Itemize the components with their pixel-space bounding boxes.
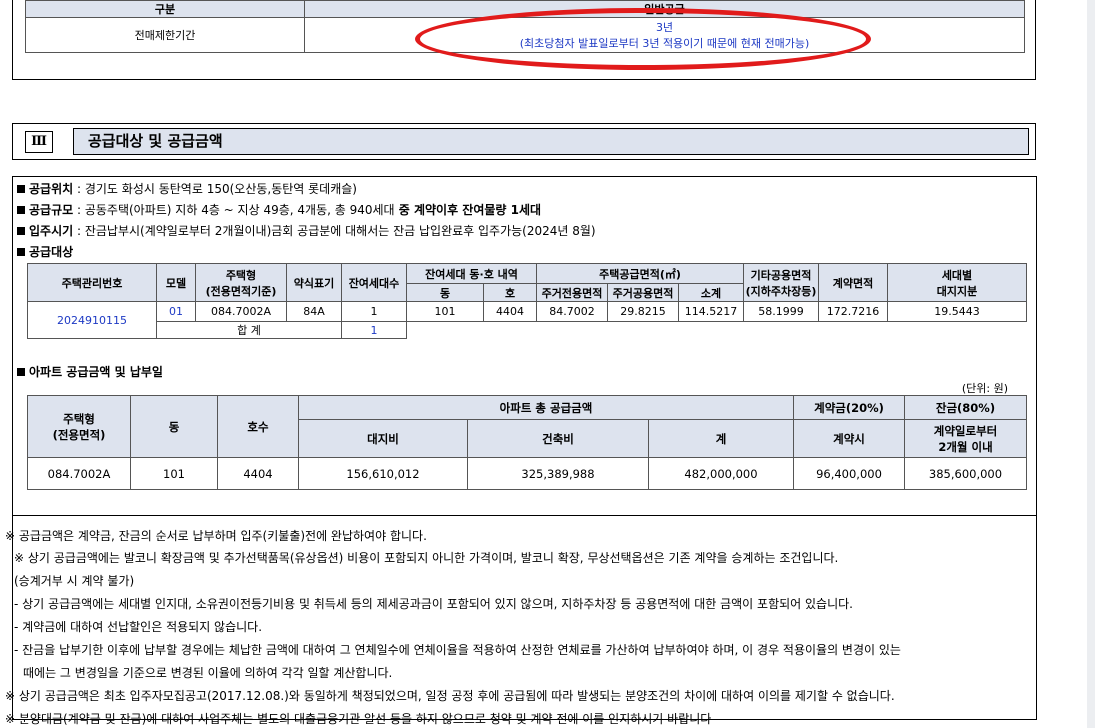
td-building-cost: 325,389,988 bbox=[467, 457, 649, 490]
section-number: Ⅲ bbox=[25, 131, 53, 153]
td-abbr: 84A bbox=[286, 301, 342, 322]
red-highlight-ellipse bbox=[415, 8, 871, 70]
note-3: (승계거부 시 계약 불가) bbox=[14, 574, 135, 588]
th-total-supply: 아파트 총 공급금액 bbox=[298, 395, 794, 420]
td-price-dong: 101 bbox=[130, 457, 218, 490]
unit-label: (단위: 원) bbox=[961, 382, 1008, 395]
td-contract-area: 172.7216 bbox=[818, 301, 888, 322]
td-price-ho: 4404 bbox=[217, 457, 299, 490]
section-title: 공급대상 및 공급금액 bbox=[73, 128, 1029, 155]
td-other-area: 58.1999 bbox=[743, 301, 819, 322]
note-8: ※ 상기 공급금액은 최초 입주자모집공고(2017.12.08.)와 동일하게… bbox=[5, 689, 895, 703]
td-land-cost: 156,610,012 bbox=[298, 457, 468, 490]
note-1: ※ 공급금액은 계약금, 잔금의 순서로 납부하며 입주(키불출)전에 완납하여… bbox=[5, 529, 427, 543]
td-total-empty bbox=[406, 321, 1027, 339]
resale-period-label: 전매제한기간 bbox=[25, 17, 305, 53]
th-price-ho: 호수 bbox=[217, 395, 299, 458]
td-price-type: 084.7002A bbox=[27, 457, 131, 490]
th-price-dong: 동 bbox=[130, 395, 218, 458]
section-header: Ⅲ 공급대상 및 공급금액 bbox=[12, 123, 1036, 160]
info-scale: 공급규모 : 공동주택(아파트) 지하 4층 ~ 지상 49층, 4개동, 총 … bbox=[17, 201, 541, 218]
square-bullet-icon bbox=[17, 185, 25, 193]
note-6: - 잔금을 납부기한 이후에 납부할 경우에는 체납한 금액에 대하여 그 연체… bbox=[14, 643, 901, 657]
td-subtotal: 114.5217 bbox=[678, 301, 744, 322]
td-remain: 1 bbox=[341, 301, 407, 322]
square-bullet-icon bbox=[17, 248, 25, 256]
th-price-type: 주택형 (전용면적) bbox=[27, 395, 131, 458]
location-label: 공급위치 bbox=[29, 182, 74, 196]
square-bullet-icon bbox=[17, 368, 25, 376]
th-common: 주거공용면적 bbox=[607, 283, 679, 302]
price-table: 주택형 (전용면적) 동 호수 아파트 총 공급금액 계약금(20%) 잔금(80… bbox=[27, 395, 1027, 490]
td-common: 29.8215 bbox=[607, 301, 679, 322]
target-label: 공급대상 bbox=[29, 245, 74, 259]
note-7: 때에는 그 변경일을 기준으로 변경된 이율에 의하여 각각 일할 계산합니다. bbox=[23, 666, 393, 680]
scale-text: : 공동주택(아파트) 지하 4층 ~ 지상 49층, 4개동, 총 940세대 bbox=[73, 203, 395, 217]
td-model: 01 bbox=[156, 301, 196, 322]
notes-section: ※ 공급금액은 계약금, 잔금의 순서로 납부하며 입주(키불출)전에 완납하여… bbox=[5, 515, 1036, 726]
square-bullet-icon bbox=[17, 227, 25, 235]
th-supply-area: 주택공급면적(㎡) bbox=[536, 263, 744, 284]
supply-target-table: 주택관리번호 모델 주택형 (전용면적기준) 약식표기 잔여세대수 잔여세대 동·… bbox=[27, 263, 1027, 339]
scrollbar[interactable] bbox=[1087, 0, 1095, 728]
note-9: ※ 분양대금(계약금 및 잔금)에 대하여 사업주체는 별도의 대출금융기관 알… bbox=[5, 712, 712, 726]
th-remain-detail: 잔여세대 동·호 내역 bbox=[406, 263, 537, 284]
info-location: 공급위치 : 경기도 화성시 동탄역로 150(오산동,동탄역 롯데캐슬) bbox=[17, 180, 357, 197]
th-building-cost: 건축비 bbox=[467, 419, 649, 458]
td-deposit: 96,400,000 bbox=[793, 457, 905, 490]
th-remain: 잔여세대수 bbox=[341, 263, 407, 302]
note-4: - 상기 공급금액에는 세대별 인지대, 소유권이전등기비용 및 취득세 등의 … bbox=[14, 597, 853, 611]
td-total-label: 합 계 bbox=[156, 321, 342, 339]
header-category: 구분 bbox=[25, 0, 305, 18]
movein-label: 입주시기 bbox=[29, 224, 74, 238]
td-land-share: 19.5443 bbox=[887, 301, 1027, 322]
resale-restriction-box: 구분 일반공급 전매제한기간 3년 (최초당첨자 발표일로부터 3년 적용이기 … bbox=[12, 0, 1036, 80]
th-ho: 호 bbox=[483, 283, 537, 302]
th-balance: 잔금(80%) bbox=[904, 395, 1027, 420]
th-deposit: 계약금(20%) bbox=[793, 395, 905, 420]
note-2: ※ 상기 공급금액에는 발코니 확장금액 및 추가선택품목(유상옵션) 비용이 … bbox=[14, 551, 839, 565]
th-sum: 계 bbox=[648, 419, 794, 458]
info-target: 공급대상 bbox=[17, 243, 73, 260]
td-mgmt-no: 2024910115 bbox=[27, 301, 157, 339]
td-type: 084.7002A bbox=[195, 301, 287, 322]
td-exclusive: 84.7002 bbox=[536, 301, 608, 322]
th-mgmt-no: 주택관리번호 bbox=[27, 263, 157, 302]
price-section-title: 아파트 공급금액 및 납부일 bbox=[17, 363, 163, 380]
th-model: 모델 bbox=[156, 263, 196, 302]
movein-text: : 잔금납부시(계약일로부터 2개월이내)금회 공급분에 대해서는 잔금 납입완… bbox=[73, 224, 596, 238]
scale-label: 공급규모 bbox=[29, 203, 74, 217]
note-5: - 계약금에 대하여 선납할인은 적용되지 않습니다. bbox=[14, 620, 263, 634]
th-abbr: 약식표기 bbox=[286, 263, 342, 302]
th-exclusive: 주거전용면적 bbox=[536, 283, 608, 302]
td-ho: 4404 bbox=[483, 301, 537, 322]
td-dong: 101 bbox=[406, 301, 484, 322]
location-text: : 경기도 화성시 동탄역로 150(오산동,동탄역 롯데캐슬) bbox=[73, 182, 357, 196]
info-movein: 입주시기 : 잔금납부시(계약일로부터 2개월이내)금회 공급분에 대해서는 잔… bbox=[17, 222, 596, 239]
td-sum: 482,000,000 bbox=[648, 457, 794, 490]
th-balance-when: 계약일로부터 2개월 이내 bbox=[904, 419, 1027, 458]
th-land-share: 세대별 대지지분 bbox=[887, 263, 1027, 302]
th-dong: 동 bbox=[406, 283, 484, 302]
th-contract-area: 계약면적 bbox=[818, 263, 888, 302]
td-total-value: 1 bbox=[341, 321, 407, 339]
supply-info-box: 공급위치 : 경기도 화성시 동탄역로 150(오산동,동탄역 롯데캐슬) 공급… bbox=[5, 176, 1037, 726]
th-type: 주택형 (전용면적기준) bbox=[195, 263, 287, 302]
td-balance: 385,600,000 bbox=[904, 457, 1027, 490]
th-land-cost: 대지비 bbox=[298, 419, 468, 458]
th-deposit-when: 계약시 bbox=[793, 419, 905, 458]
square-bullet-icon bbox=[17, 206, 25, 214]
th-subtotal: 소계 bbox=[678, 283, 744, 302]
scale-remaining: 중 계약이후 잔여물량 1세대 bbox=[394, 203, 542, 217]
th-other-area: 기타공용면적 (지하주차장등) bbox=[743, 263, 819, 302]
